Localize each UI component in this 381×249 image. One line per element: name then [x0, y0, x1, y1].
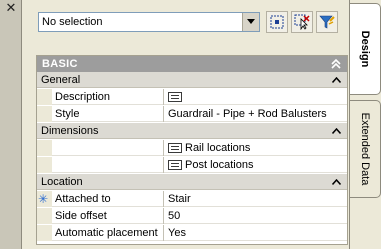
- selection-dropdown[interactable]: No selection: [38, 12, 260, 32]
- select-objects-button[interactable]: [291, 11, 313, 33]
- row-attached-to: ✳ Attached to Stair: [37, 191, 347, 207]
- asterisk-icon: ✳: [38, 192, 49, 206]
- row-gutter: [37, 89, 52, 105]
- worksheet-icon[interactable]: [168, 143, 182, 153]
- tab-extended-data-label: Extended Data: [359, 112, 371, 186]
- row-rail-locations: Rail locations: [37, 140, 347, 156]
- select-objects-icon: [294, 14, 310, 30]
- selection-value: No selection: [42, 16, 103, 28]
- group-dimensions-label: Dimensions: [41, 125, 99, 137]
- rail-locations-value[interactable]: Rail locations: [165, 140, 347, 156]
- property-name: Automatic placement: [52, 225, 164, 241]
- row-gutter: [37, 208, 52, 224]
- row-gutter: ✳: [37, 191, 52, 207]
- tab-strip: Design Extended Data: [349, 0, 381, 249]
- property-name: Description: [52, 89, 164, 105]
- filter-icon: [319, 15, 335, 29]
- basic-section-header[interactable]: BASIC: [37, 56, 347, 72]
- chevron-down-icon: [247, 19, 255, 24]
- group-general-label: General: [41, 74, 81, 86]
- quick-select-button[interactable]: [266, 11, 288, 33]
- style-value[interactable]: Guardrail - Pipe + Rod Balusters: [165, 106, 347, 122]
- palette-title-bar[interactable]: ✕: [0, 0, 22, 249]
- double-chevron-up-icon[interactable]: [330, 58, 342, 70]
- worksheet-icon[interactable]: [168, 92, 182, 102]
- basic-section-label: BASIC: [42, 58, 78, 70]
- chevron-up-icon[interactable]: [332, 77, 341, 83]
- property-name: Side offset: [52, 208, 164, 224]
- property-grid: BASIC General Description Style Guardrai…: [36, 55, 348, 245]
- worksheet-icon[interactable]: [168, 160, 182, 170]
- chevron-up-icon[interactable]: [332, 179, 341, 185]
- tab-extended-data[interactable]: Extended Data: [350, 100, 381, 198]
- property-name: [52, 157, 164, 173]
- group-location-label: Location: [41, 176, 83, 188]
- close-icon[interactable]: ✕: [4, 2, 18, 16]
- row-automatic-placement: Automatic placement Yes: [37, 225, 347, 241]
- side-offset-value[interactable]: 50: [165, 208, 347, 224]
- row-side-offset: Side offset 50: [37, 208, 347, 224]
- tab-design-label: Design: [359, 30, 371, 68]
- group-dimensions[interactable]: Dimensions: [37, 123, 347, 139]
- chevron-up-icon[interactable]: [332, 128, 341, 134]
- attached-to-value[interactable]: Stair: [165, 191, 347, 207]
- filter-button[interactable]: [316, 11, 338, 33]
- group-location[interactable]: Location: [37, 174, 347, 190]
- dropdown-arrow-button[interactable]: [242, 13, 259, 31]
- group-general[interactable]: General: [37, 72, 347, 88]
- property-name: [52, 140, 164, 156]
- row-post-locations: Post locations: [37, 157, 347, 173]
- row-gutter: [37, 157, 52, 173]
- property-name: Style: [52, 106, 164, 122]
- row-gutter: [37, 225, 52, 241]
- post-locations-value[interactable]: Post locations: [165, 157, 347, 173]
- automatic-placement-value[interactable]: Yes: [165, 225, 347, 241]
- row-description: Description: [37, 89, 347, 105]
- tab-design[interactable]: Design: [350, 3, 381, 95]
- quick-select-icon: [270, 15, 284, 29]
- row-style: Style Guardrail - Pipe + Rod Balusters: [37, 106, 347, 122]
- row-gutter: [37, 106, 52, 122]
- properties-palette: No selection BASIC General Description S…: [23, 0, 349, 249]
- description-value[interactable]: [165, 89, 347, 105]
- row-gutter: [37, 140, 52, 156]
- property-name: Attached to: [52, 191, 164, 207]
